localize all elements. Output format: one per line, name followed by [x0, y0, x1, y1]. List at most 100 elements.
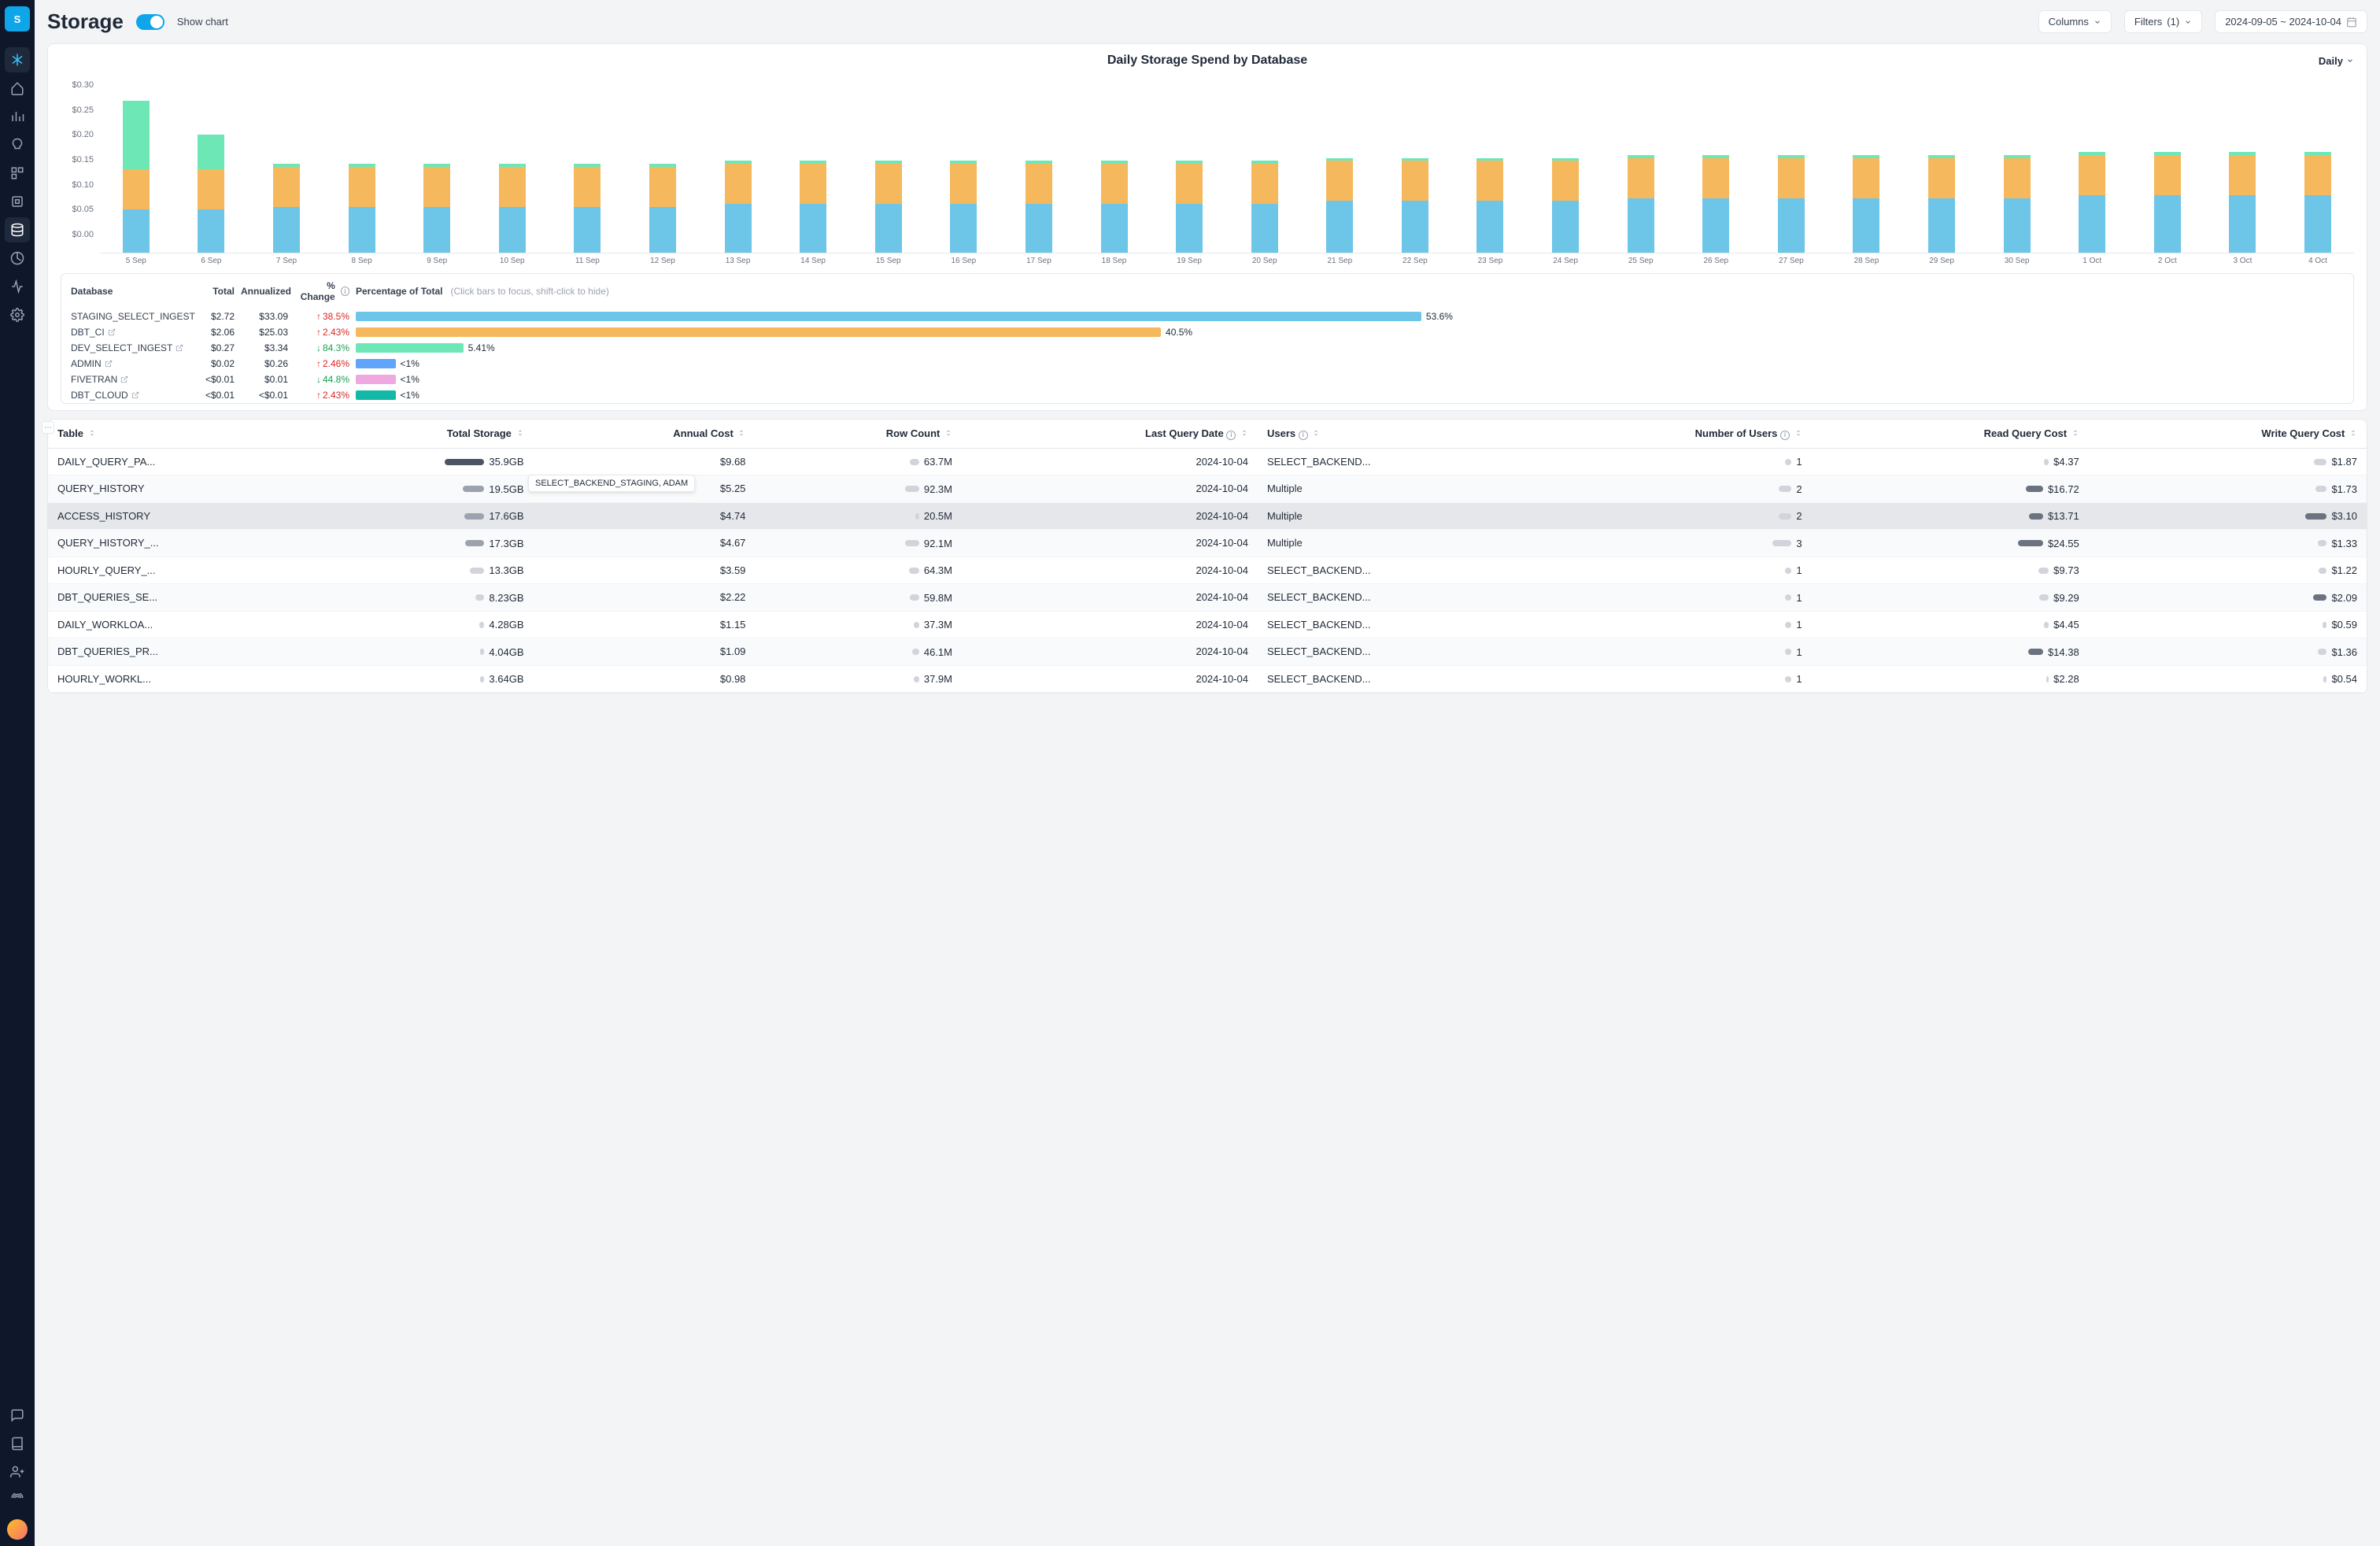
chart-bar[interactable]: [2304, 80, 2331, 253]
th-date[interactable]: Last Query Date i: [962, 420, 1258, 448]
nav-settings[interactable]: [5, 302, 30, 327]
info-icon: i: [1299, 431, 1308, 440]
table-row[interactable]: DAILY_WORKLOA... 4.28GB $1.15 37.3M 2024…: [48, 611, 2367, 638]
chart-bar[interactable]: [1402, 80, 1428, 253]
columns-button[interactable]: Columns: [2038, 10, 2112, 33]
nav-snowflake[interactable]: [5, 47, 30, 72]
nav-chat[interactable]: [5, 1403, 30, 1428]
nav-broadcast[interactable]: [5, 1488, 30, 1513]
chart-bar[interactable]: [273, 80, 300, 253]
calendar-icon: [2346, 17, 2357, 28]
legend-row[interactable]: DEV_SELECT_INGEST $0.27 $3.34 ↓84.3% 5.4…: [61, 340, 2353, 356]
chart-bar[interactable]: [1778, 80, 1805, 253]
nav-analytics[interactable]: [5, 104, 30, 129]
table-row[interactable]: HOURLY_QUERY_... 13.3GB $3.59 64.3M 2024…: [48, 557, 2367, 584]
chart-bar[interactable]: [800, 80, 826, 253]
external-link-icon[interactable]: [120, 375, 128, 383]
show-chart-toggle[interactable]: [136, 14, 164, 30]
storage-table: Table Total Storage Annual Cost Row Coun…: [48, 420, 2367, 693]
table-row[interactable]: QUERY_HISTORY_... 17.3GB $4.67 92.1M 202…: [48, 530, 2367, 557]
chart-bar[interactable]: [2154, 80, 2181, 253]
chart-bar[interactable]: [649, 80, 676, 253]
nav-usage[interactable]: [5, 246, 30, 271]
chart-bar[interactable]: [725, 80, 752, 253]
external-link-icon[interactable]: [105, 360, 113, 368]
legend-row[interactable]: DBT_CI $2.06 $25.03 ↑2.43% 40.5%: [61, 324, 2353, 340]
chart-bar[interactable]: [2079, 80, 2105, 253]
main-content: Storage Show chart Columns Filters (1) 2…: [35, 0, 2380, 1546]
legend-row[interactable]: DBT_CLOUD <$0.01 <$0.01 ↑2.43% <1%: [61, 387, 2353, 403]
chart-bar[interactable]: [1552, 80, 1579, 253]
chevron-down-icon: [2094, 18, 2101, 26]
nav-home[interactable]: [5, 76, 30, 101]
table-row[interactable]: ACCESS_HISTORY 17.6GB $4.74 20.5M 2024-1…: [48, 502, 2367, 530]
chart-title: Daily Storage Spend by Database: [1107, 54, 1307, 68]
chart-bar[interactable]: [1628, 80, 1654, 253]
chart-bar[interactable]: [2229, 80, 2256, 253]
th-cost[interactable]: Annual Cost: [534, 420, 756, 448]
external-link-icon[interactable]: [131, 391, 139, 399]
chart-bars[interactable]: [100, 80, 2354, 253]
sort-icon: [1240, 429, 1248, 437]
expand-handle[interactable]: ⋯: [42, 421, 54, 434]
table-row[interactable]: HOURLY_WORKL... 3.64GB $0.98 37.9M 2024-…: [48, 665, 2367, 693]
chart-bar[interactable]: [1853, 80, 1879, 253]
sort-icon: [944, 429, 952, 437]
chart-x-axis: 5 Sep6 Sep7 Sep8 Sep9 Sep10 Sep11 Sep12 …: [100, 257, 2354, 265]
granularity-selector[interactable]: Daily: [2319, 55, 2354, 67]
nav-docs[interactable]: [5, 1431, 30, 1456]
user-avatar[interactable]: [7, 1519, 28, 1540]
chart-bar[interactable]: [499, 80, 526, 253]
nav-compute[interactable]: [5, 189, 30, 214]
chart-bar[interactable]: [349, 80, 375, 253]
users-tooltip: SELECT_BACKEND_STAGING, ADAM: [528, 475, 695, 492]
chart-bar[interactable]: [1476, 80, 1503, 253]
chart-bar[interactable]: [875, 80, 902, 253]
chart-bar[interactable]: [1326, 80, 1353, 253]
nav-storage[interactable]: [5, 217, 30, 242]
chart-bar[interactable]: [123, 80, 150, 253]
sidebar: S: [0, 0, 35, 1546]
date-range-button[interactable]: 2024-09-05 ~ 2024-10-04: [2215, 10, 2367, 33]
chart-bar[interactable]: [1176, 80, 1203, 253]
chart-bar[interactable]: [1251, 80, 1278, 253]
chart-bar[interactable]: [950, 80, 977, 253]
nav-monitor[interactable]: [5, 274, 30, 299]
th-rows[interactable]: Row Count: [755, 420, 962, 448]
chart-bar[interactable]: [1928, 80, 1955, 253]
info-icon[interactable]: i: [341, 287, 349, 296]
th-table[interactable]: Table: [48, 420, 296, 448]
nav-add-user[interactable]: [5, 1459, 30, 1485]
chart-bar[interactable]: [198, 80, 224, 253]
chart-bar[interactable]: [574, 80, 601, 253]
chart-bar[interactable]: [423, 80, 450, 253]
sort-icon: [88, 429, 96, 437]
sort-icon: [2071, 429, 2079, 437]
app-logo[interactable]: S: [5, 6, 30, 31]
chart-y-axis: $0.30$0.25$0.20$0.15$0.10$0.05$0.00: [61, 80, 100, 253]
th-wcost[interactable]: Write Query Cost: [2089, 420, 2367, 448]
sort-icon: [1794, 429, 1802, 437]
chart-bar[interactable]: [2004, 80, 2031, 253]
nav-workloads[interactable]: [5, 161, 30, 186]
nav-insights[interactable]: [5, 132, 30, 157]
th-rcost[interactable]: Read Query Cost: [1812, 420, 2089, 448]
legend-row[interactable]: STAGING_SELECT_INGEST $2.72 $33.09 ↑38.5…: [61, 309, 2353, 324]
th-storage[interactable]: Total Storage: [296, 420, 533, 448]
chart-bar[interactable]: [1101, 80, 1128, 253]
table-row[interactable]: DBT_QUERIES_SE... 8.23GB $2.22 59.8M 202…: [48, 584, 2367, 612]
table-row[interactable]: DAILY_QUERY_PA... 35.9GB $9.68 63.7M 202…: [48, 448, 2367, 475]
external-link-icon[interactable]: [108, 328, 116, 336]
legend-row[interactable]: ADMIN $0.02 $0.26 ↑2.46% <1%: [61, 356, 2353, 372]
filters-button[interactable]: Filters (1): [2124, 10, 2202, 33]
external-link-icon[interactable]: [176, 344, 183, 352]
chart-bar[interactable]: [1702, 80, 1729, 253]
legend-row[interactable]: FIVETRAN <$0.01 $0.01 ↓44.8% <1%: [61, 372, 2353, 387]
th-nusers[interactable]: Number of Users i: [1506, 420, 1811, 448]
chart-bar[interactable]: [1026, 80, 1052, 253]
sort-icon: [737, 429, 745, 437]
table-row[interactable]: DBT_QUERIES_PR... 4.04GB $1.09 46.1M 202…: [48, 638, 2367, 666]
show-chart-label: Show chart: [177, 16, 228, 28]
table-row[interactable]: QUERY_HISTORY 19.5GB $5.25 92.3M 2024-10…: [48, 475, 2367, 503]
th-users[interactable]: Users i: [1258, 420, 1506, 448]
